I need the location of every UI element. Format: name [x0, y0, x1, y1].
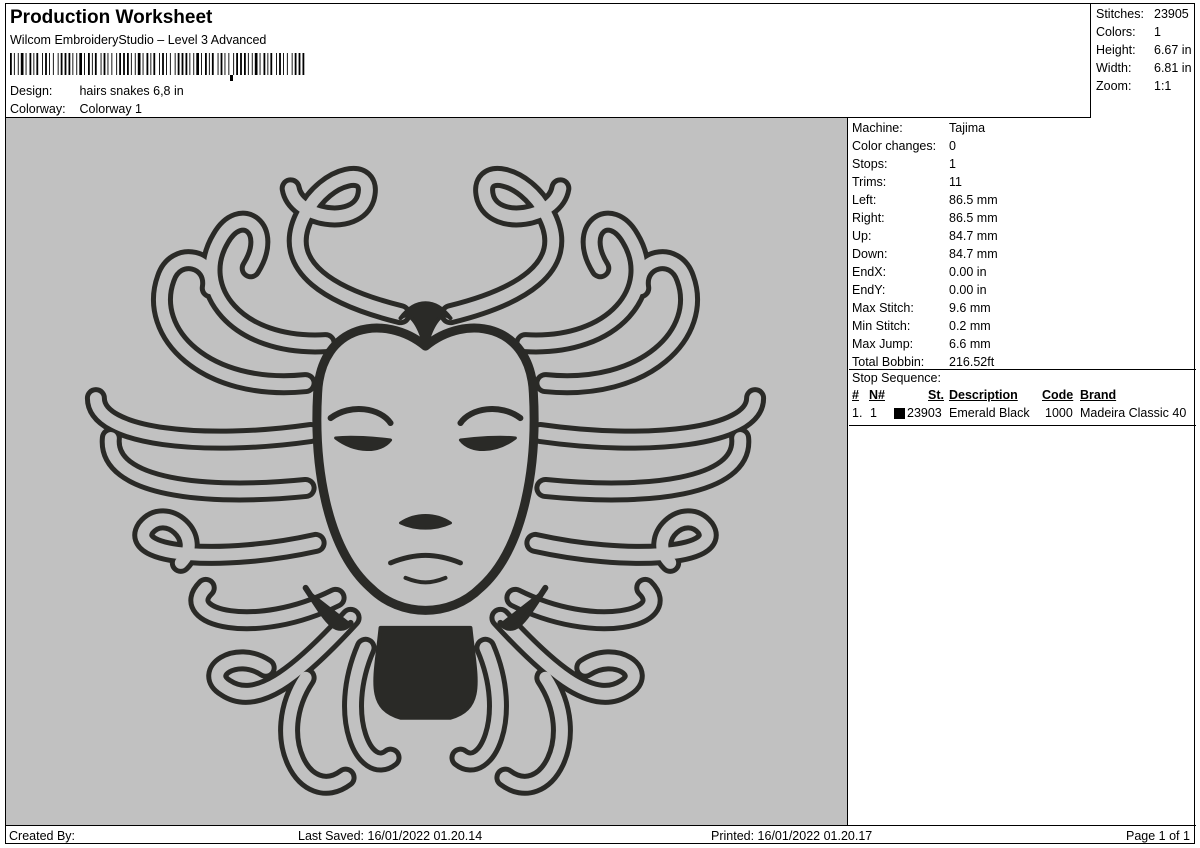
worksheet-header: Production Worksheet Wilcom EmbroiderySt… — [6, 4, 1091, 118]
zoom-label: Zoom: — [1096, 79, 1132, 93]
machine-info-label: Machine: — [852, 121, 903, 135]
machine-info-label: Max Stitch: — [852, 301, 914, 315]
machine-info-label: Trims: — [852, 175, 887, 189]
machine-info-panel: Machine: Tajima Color changes: 0 Stops: 1 Trim… — [849, 118, 1196, 825]
machine-info-label: Up: — [852, 229, 872, 243]
machine-info-value: 84.7 mm — [949, 229, 998, 243]
row-stitches: 23903 — [907, 406, 942, 420]
machine-info-label: Max Jump: — [852, 337, 914, 351]
created-by: Created By: — [9, 829, 76, 843]
machine-info-label: Total Bobbin: — [852, 355, 925, 369]
height-row: Height: 6.67 in — [1096, 43, 1192, 57]
software-name: Wilcom EmbroideryStudio – Level 3 Advanc… — [10, 33, 267, 47]
row-description: Emerald Black — [949, 406, 1030, 420]
machine-info-value: 0.00 in — [949, 265, 987, 279]
stitches-value: 23905 — [1154, 7, 1189, 21]
col-header-n: N# — [869, 388, 885, 402]
width-value: 6.81 in — [1154, 61, 1192, 75]
machine-info-label: Right: — [852, 211, 885, 225]
machine-info-row: Min Stitch: 0.2 mm — [852, 319, 991, 333]
thread-color-swatch — [894, 408, 905, 419]
summary-panel: Stitches: 23905 Colors: 1 Height: 6.67 in W… — [1091, 4, 1196, 100]
page-title: Production Worksheet — [10, 7, 213, 28]
machine-info-row: Left: 86.5 mm — [852, 193, 998, 207]
stitches-row: Stitches: 23905 — [1096, 7, 1189, 21]
last-saved: Last Saved: 16/01/2022 01.20.14 — [298, 829, 483, 843]
col-header-st: St. — [928, 388, 944, 402]
machine-info-row: Max Jump: 6.6 mm — [852, 337, 991, 351]
machine-info-label: Min Stitch: — [852, 319, 911, 333]
zoom-row: Zoom: 1:1 — [1096, 79, 1171, 93]
machine-info-value: 1 — [949, 157, 956, 171]
barcode — [10, 53, 305, 81]
machine-info-label: Color changes: — [852, 139, 937, 153]
colors-label: Colors: — [1096, 25, 1136, 39]
machine-info-label: EndY: — [852, 283, 886, 297]
colorway-label: Colorway: — [10, 102, 66, 116]
width-row: Width: 6.81 in — [1096, 61, 1192, 75]
machine-info-value: 0.00 in — [949, 283, 987, 297]
machine-info-label: Down: — [852, 247, 888, 261]
machine-info-value: Tajima — [949, 121, 986, 135]
machine-info-value: 6.6 mm — [949, 337, 991, 351]
stop-sequence-title: Stop Sequence: — [852, 371, 941, 385]
machine-info-label: Stops: — [852, 157, 888, 171]
colors-value: 1 — [1154, 25, 1161, 39]
machine-info-row: Machine: Tajima — [852, 121, 985, 135]
colorway-row: Colorway: Colorway 1 — [10, 102, 142, 116]
machine-info-row: Right: 86.5 mm — [852, 211, 998, 225]
height-value: 6.67 in — [1154, 43, 1192, 57]
machine-info-value: 0.2 mm — [949, 319, 991, 333]
machine-info-row: Total Bobbin: 216.52ft — [852, 355, 994, 369]
colorway-value: Colorway 1 — [79, 102, 143, 116]
machine-info-label: Left: — [852, 193, 877, 207]
machine-info-row: Color changes: 0 — [852, 139, 956, 153]
machine-info-value: 11 — [949, 175, 962, 189]
worksheet-footer: Created By: Last Saved: 16/01/2022 01.20… — [6, 825, 1196, 845]
machine-info-value: 86.5 mm — [949, 193, 998, 207]
printed-date: Printed: 16/01/2022 01.20.17 — [711, 829, 873, 843]
row-brand: Madeira Classic 40 — [1080, 406, 1187, 420]
design-value: hairs snakes 6,8 in — [79, 84, 184, 98]
machine-info-value: 86.5 mm — [949, 211, 998, 225]
machine-info-row: Max Stitch: 9.6 mm — [852, 301, 991, 315]
machine-info-label: EndX: — [852, 265, 887, 279]
col-header-num: # — [852, 388, 859, 402]
design-label: Design: — [10, 84, 53, 98]
col-header-code: Code — [1042, 388, 1074, 402]
section-divider — [849, 369, 1196, 370]
machine-info-row: EndX: 0.00 in — [852, 265, 987, 279]
table-divider — [849, 425, 1196, 426]
machine-info-value: 0 — [949, 139, 956, 153]
row-code: 1000 — [1045, 406, 1073, 420]
machine-info-value: 216.52ft — [949, 355, 995, 369]
machine-info-value: 9.6 mm — [949, 301, 991, 315]
stitches-label: Stitches: — [1096, 7, 1144, 21]
medusa-embroidery-artwork — [84, 166, 767, 796]
machine-info-row: Stops: 1 — [852, 157, 956, 171]
machine-info-row: Trims: 11 — [852, 175, 962, 189]
zoom-value: 1:1 — [1154, 79, 1172, 93]
worksheet: Production Worksheet Wilcom EmbroiderySt… — [5, 3, 1196, 845]
row-num: 1. — [852, 406, 863, 420]
row-n: 1 — [870, 406, 877, 420]
design-preview — [6, 118, 848, 825]
colors-row: Colors: 1 — [1096, 25, 1161, 39]
machine-info-value: 84.7 mm — [949, 247, 998, 261]
design-row: Design: hairs snakes 6,8 in — [10, 84, 184, 98]
page-number: Page 1 of 1 — [1126, 829, 1190, 843]
width-label: Width: — [1096, 61, 1132, 75]
col-header-brand: Brand — [1080, 388, 1117, 402]
col-header-description: Description — [949, 388, 1018, 402]
height-label: Height: — [1096, 43, 1136, 57]
machine-info-row: Down: 84.7 mm — [852, 247, 998, 261]
machine-info-row: EndY: 0.00 in — [852, 283, 987, 297]
machine-info-row: Up: 84.7 mm — [852, 229, 998, 243]
